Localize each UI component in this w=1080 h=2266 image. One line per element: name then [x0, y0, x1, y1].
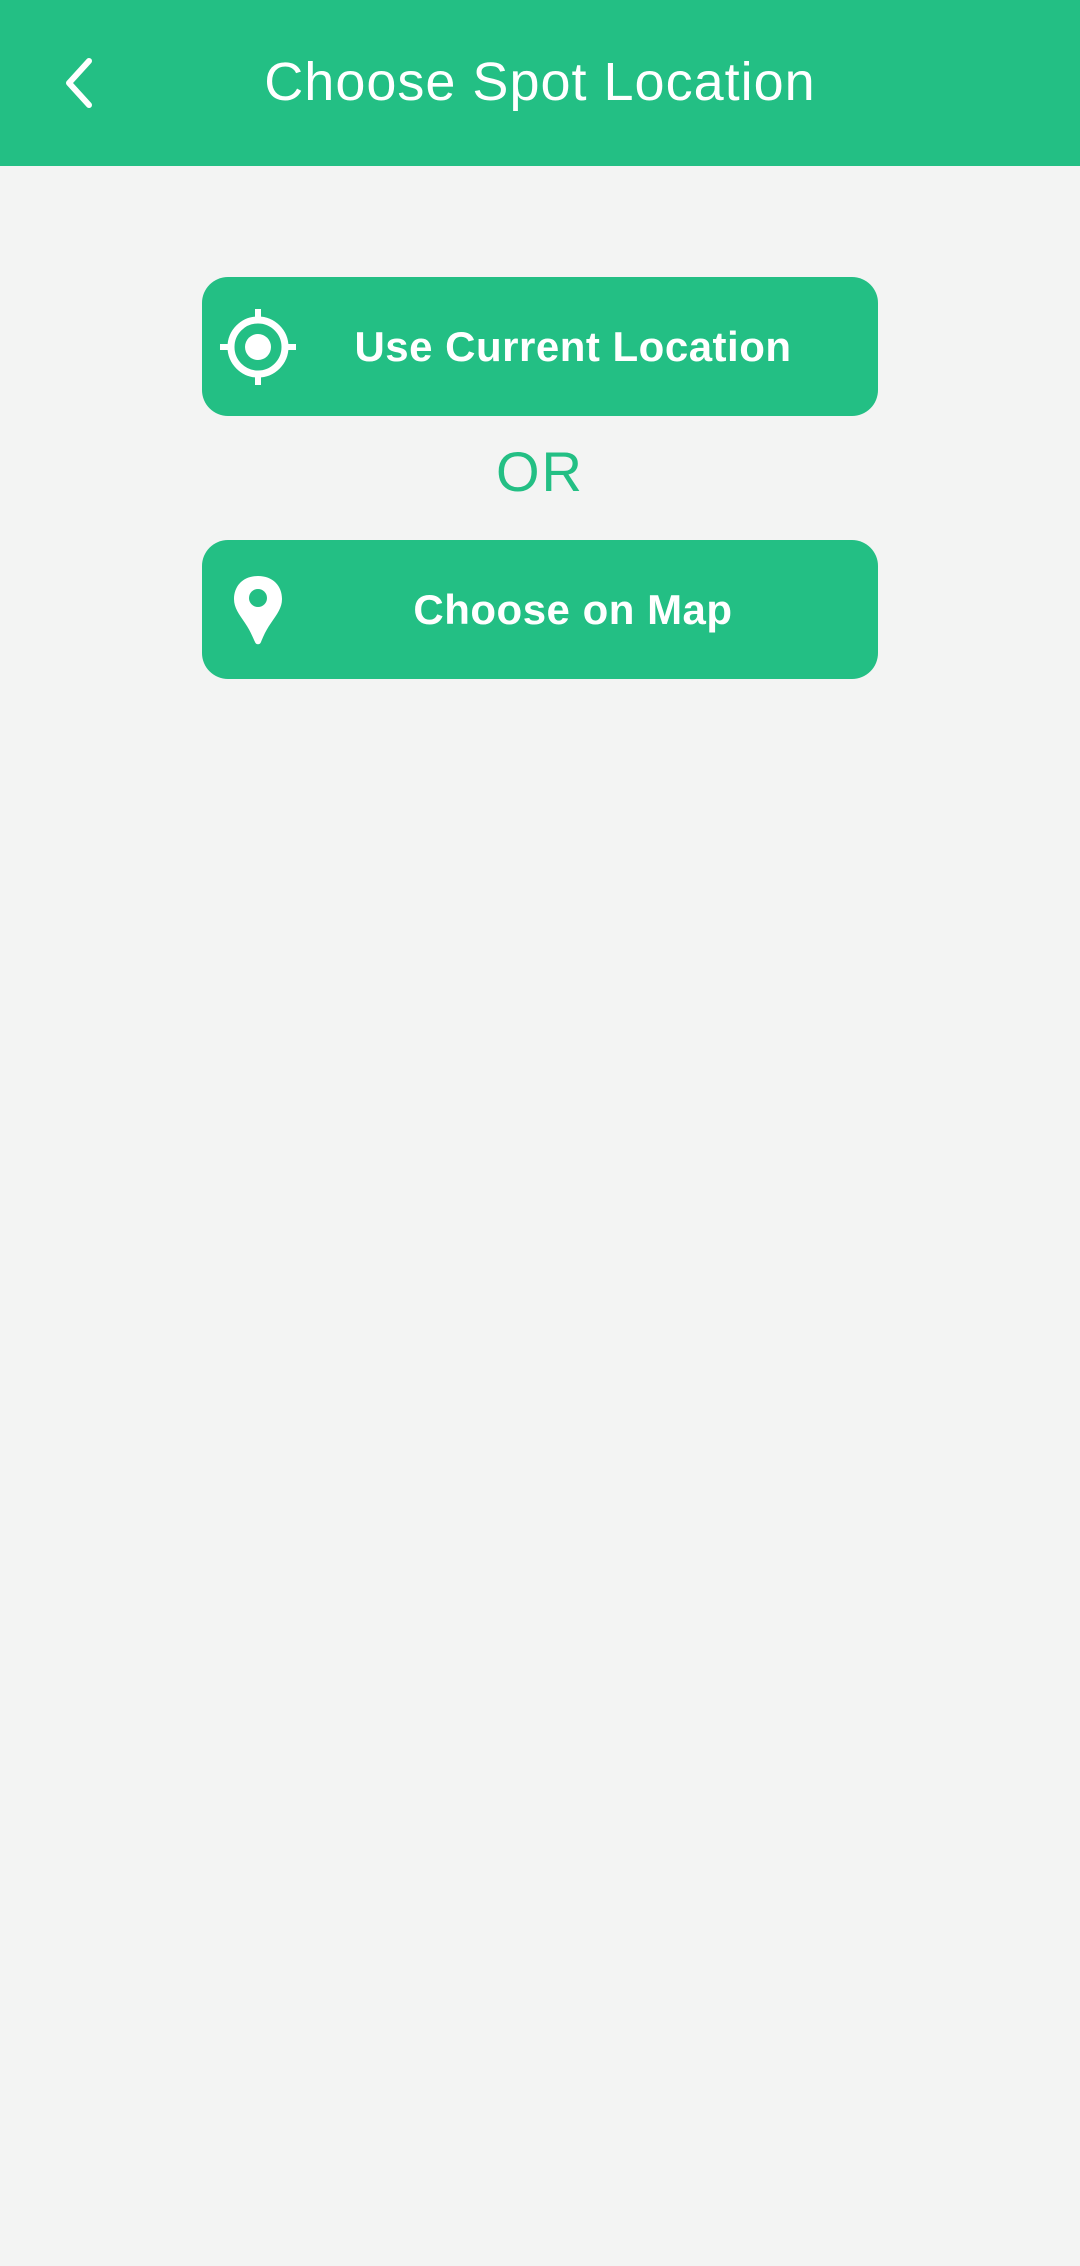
choose-on-map-button[interactable]: Choose on Map	[202, 540, 878, 679]
choose-spot-location-screen: Choose Spot Location Use Current Locatio…	[0, 0, 1080, 2266]
choose-on-map-label: Choose on Map	[413, 585, 733, 633]
use-current-location-button[interactable]: Use Current Location	[202, 277, 878, 416]
map-pin-icon	[230, 540, 286, 679]
use-current-location-label: Use Current Location	[354, 322, 792, 370]
crosshair-target-icon	[218, 277, 298, 416]
page-title: Choose Spot Location	[264, 52, 816, 112]
or-separator: OR	[496, 440, 584, 503]
app-header: Choose Spot Location	[0, 0, 1080, 166]
